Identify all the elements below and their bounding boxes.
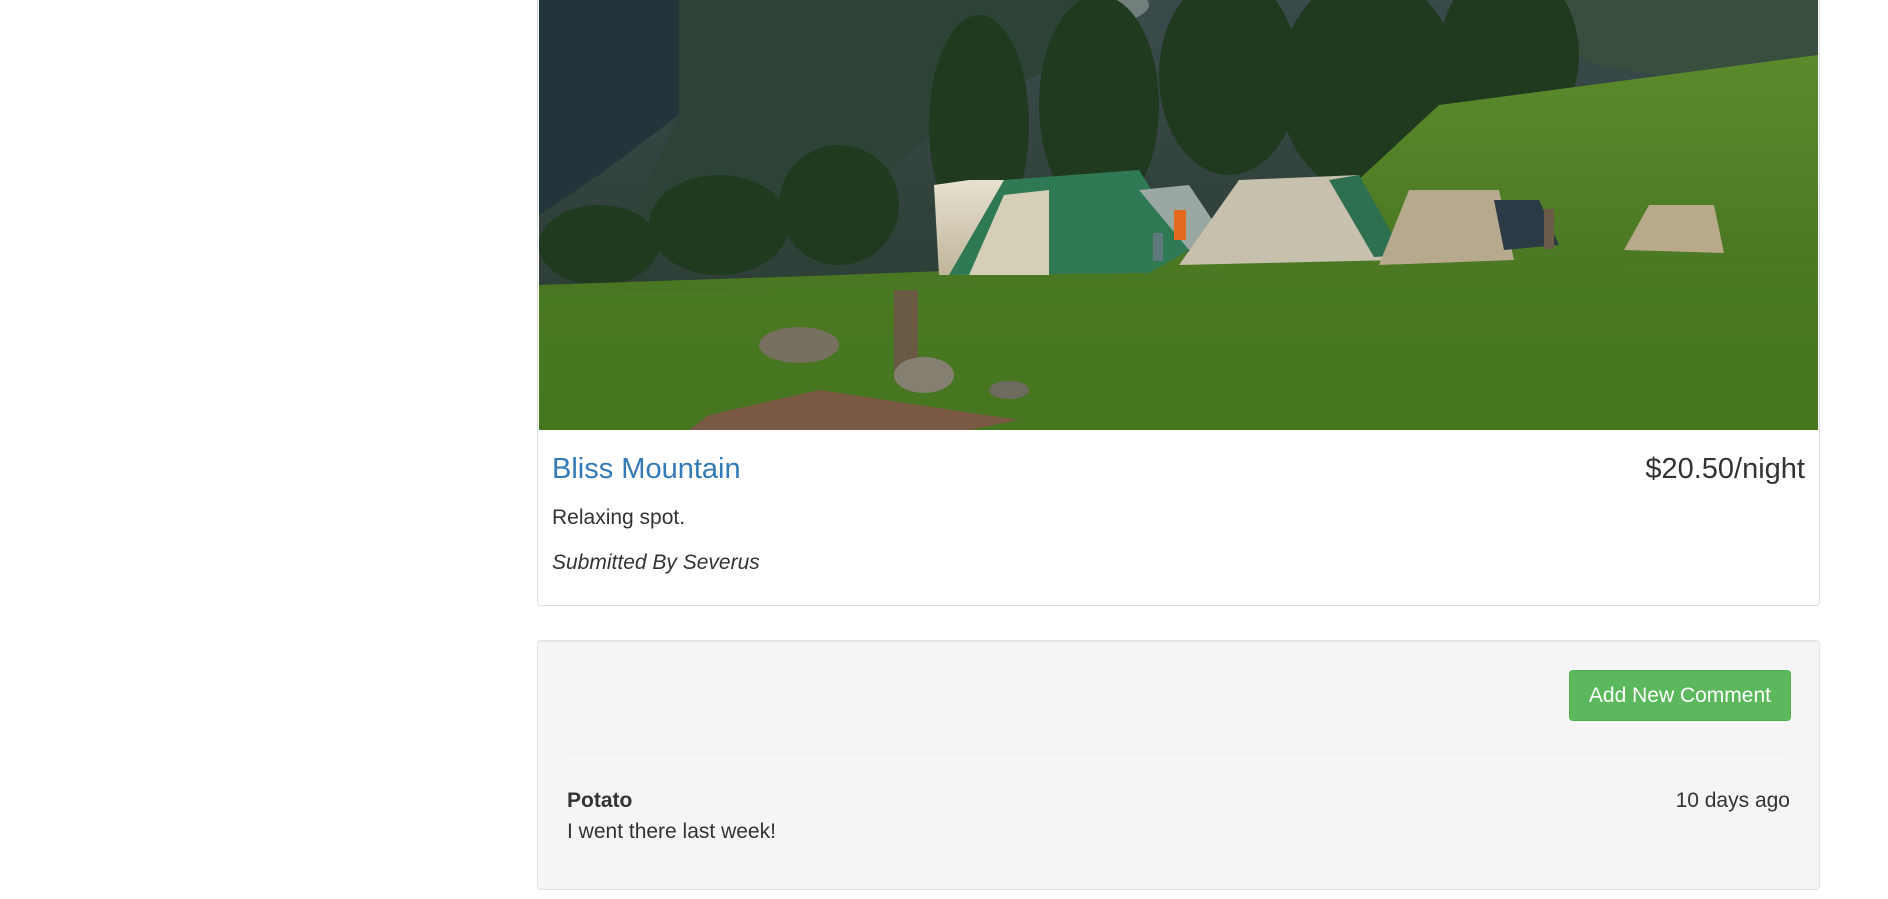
- comments-panel: Add New Comment Potato 10 days ago I wen…: [537, 640, 1820, 890]
- add-new-comment-button[interactable]: Add New Comment: [1568, 670, 1791, 721]
- comment-timestamp: 10 days ago: [1675, 789, 1790, 812]
- comment-author: Potato: [567, 789, 633, 812]
- page: Bliss Mountain $20.50/night Relaxing spo…: [0, 0, 1888, 899]
- comments-divider: [567, 753, 1790, 754]
- submitted-by: Submitted By Severus: [552, 551, 760, 574]
- campground-card: Bliss Mountain $20.50/night Relaxing spo…: [537, 0, 1820, 606]
- campground-name-link[interactable]: Bliss Mountain: [552, 455, 741, 484]
- campground-image: [539, 0, 1818, 430]
- campground-price: $20.50/night: [1645, 453, 1805, 485]
- comment-text: I went there last week!: [567, 820, 776, 843]
- campground-description: Relaxing spot.: [552, 506, 686, 529]
